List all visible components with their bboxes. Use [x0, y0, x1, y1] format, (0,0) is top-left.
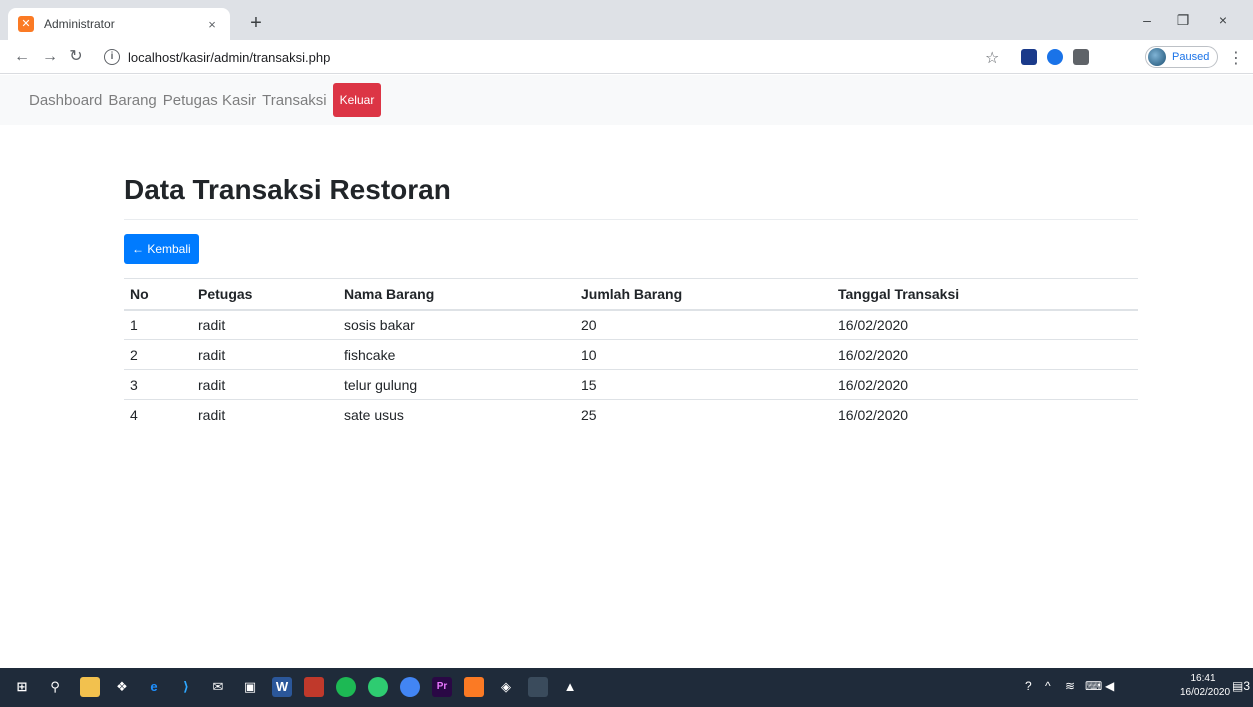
page-title: Data Transaksi Restoran [124, 174, 451, 205]
cell-nama-barang: telur gulung [338, 369, 575, 400]
minimize-button[interactable]: – [1129, 8, 1165, 32]
browser-tab[interactable]: ✕ Administrator × [8, 8, 230, 40]
cell-tanggal: 16/02/2020 [832, 339, 1138, 370]
page-navbar: Dashboard Barang Petugas Kasir Transaksi… [0, 75, 1253, 125]
app-red-icon[interactable] [304, 677, 324, 697]
cell-no: 2 [124, 339, 192, 370]
column-header-jumlah-barang: Jumlah Barang [575, 278, 832, 311]
new-tab-button[interactable]: + [244, 12, 268, 36]
windows-start-icon[interactable]: ⊞ [12, 677, 32, 697]
cell-tanggal: 16/02/2020 [832, 369, 1138, 400]
dropbox-icon[interactable]: ❖ [112, 677, 132, 697]
virtualbox-icon[interactable]: ◈ [496, 677, 516, 697]
chrome-active-icon[interactable] [528, 677, 548, 697]
xampp-icon[interactable] [464, 677, 484, 697]
notification-count: 3 [1243, 679, 1251, 693]
back-arrow-icon[interactable]: ← [10, 45, 34, 69]
nav-link-barang[interactable]: Barang [108, 92, 156, 109]
back-button[interactable]: ← Kembali [124, 234, 199, 264]
cell-no: 4 [124, 399, 192, 430]
bookmark-star-icon[interactable]: ☆ [985, 48, 999, 68]
tab-title: Administrator [44, 17, 115, 31]
chrome-icon[interactable] [400, 677, 420, 697]
tray-chevron-icon[interactable]: ^ [1045, 679, 1051, 693]
cell-no: 1 [124, 309, 192, 340]
cell-nama-barang: fishcake [338, 339, 575, 370]
table-row: 1 radit sosis bakar 20 16/02/2020 [124, 309, 1138, 340]
cell-petugas: radit [192, 339, 338, 370]
browser-toolbar: ← → ↻ i localhost/kasir/admin/transaksi.… [0, 40, 1253, 74]
wifi-icon[interactable]: ≋ [1065, 679, 1075, 693]
column-header-no: No [124, 278, 192, 311]
word-icon[interactable]: W [272, 677, 292, 697]
profile-status: Paused [1172, 51, 1210, 63]
app-green-icon[interactable] [368, 677, 388, 697]
help-icon[interactable]: ? [1025, 679, 1032, 693]
edge-browser-icon[interactable]: e [144, 677, 164, 697]
nav-link-dashboard[interactable]: Dashboard [29, 92, 102, 109]
table-row: 2 radit fishcake 10 16/02/2020 [124, 339, 1138, 370]
table-row: 4 radit sate usus 25 16/02/2020 [124, 399, 1138, 430]
file-explorer-icon[interactable] [80, 677, 100, 697]
xampp-favicon-icon: ✕ [18, 16, 34, 32]
cell-jumlah-barang: 15 [575, 369, 832, 400]
mail-icon[interactable]: ✉ [208, 677, 228, 697]
info-icon[interactable]: i [104, 49, 120, 65]
cell-petugas: radit [192, 399, 338, 430]
cell-nama-barang: sosis bakar [338, 309, 575, 340]
nav-link-transaksi[interactable]: Transaksi [262, 92, 326, 109]
divider [124, 219, 1138, 220]
nav-link-petugas-kasir[interactable]: Petugas Kasir [163, 92, 256, 109]
table-row: 3 radit telur gulung 15 16/02/2020 [124, 369, 1138, 400]
cell-petugas: radit [192, 309, 338, 340]
column-header-nama-barang: Nama Barang [338, 278, 575, 311]
cell-nama-barang: sate usus [338, 399, 575, 430]
cell-tanggal: 16/02/2020 [832, 399, 1138, 430]
search-icon[interactable]: ⚲ [45, 677, 65, 697]
action-center-icon[interactable]: ▤3 [1232, 679, 1250, 693]
forward-arrow-icon[interactable]: → [38, 45, 62, 69]
premiere-pro-icon[interactable]: Pr [432, 677, 452, 697]
table-header-row: No Petugas Nama Barang Jumlah Barang Tan… [124, 278, 1138, 311]
spotify-icon[interactable] [336, 677, 356, 697]
kebab-menu-icon[interactable]: ⋮ [1228, 48, 1244, 68]
reload-icon[interactable]: ↻ [64, 45, 88, 69]
maximize-button[interactable]: ❐ [1165, 8, 1201, 32]
volume-icon[interactable]: ◀ [1105, 679, 1114, 693]
extension-search-icon[interactable] [1047, 49, 1063, 65]
address-bar[interactable]: i localhost/kasir/admin/transaksi.php [104, 44, 1004, 70]
column-header-tanggal-transaksi: Tanggal Transaksi [832, 278, 1138, 311]
avatar [1148, 48, 1166, 66]
extension-icon[interactable] [1021, 49, 1037, 65]
column-header-petugas: Petugas [192, 278, 338, 311]
vscode-icon[interactable]: ⟩ [176, 677, 196, 697]
cell-jumlah-barang: 25 [575, 399, 832, 430]
main-content: Data Transaksi Restoran ← Kembali No Pet… [124, 125, 1138, 430]
logout-button[interactable]: Keluar [332, 83, 382, 117]
cell-jumlah-barang: 10 [575, 339, 832, 370]
store-icon[interactable]: ▣ [240, 677, 260, 697]
cell-no: 3 [124, 369, 192, 400]
browser-tabstrip: ✕ Administrator × + – ❐ × [0, 0, 1253, 40]
photos-icon[interactable]: ▲ [560, 677, 580, 697]
cell-jumlah-barang: 20 [575, 309, 832, 340]
url-text[interactable]: localhost/kasir/admin/transaksi.php [128, 50, 330, 65]
cell-petugas: radit [192, 369, 338, 400]
clock-time: 16:41 [1190, 673, 1216, 684]
extension-cast-icon[interactable] [1073, 49, 1089, 65]
clock-date: 16/02/2020 [1180, 687, 1231, 698]
tab-close-icon[interactable]: × [204, 17, 220, 32]
close-window-button[interactable]: × [1205, 8, 1241, 32]
transaction-table: No Petugas Nama Barang Jumlah Barang Tan… [124, 278, 1138, 430]
profile-button[interactable]: Paused [1145, 46, 1219, 68]
windows-taskbar: ⊞ ⚲ ❖ e ⟩ ✉ ▣ W Pr ◈ ▲ ? ^ ≋ ⌨ ◀ 16:41 1… [0, 668, 1253, 707]
keyboard-icon[interactable]: ⌨ [1085, 679, 1102, 693]
cell-tanggal: 16/02/2020 [832, 309, 1138, 340]
taskbar-clock[interactable]: 16:41 16/02/2020 [1180, 672, 1231, 700]
